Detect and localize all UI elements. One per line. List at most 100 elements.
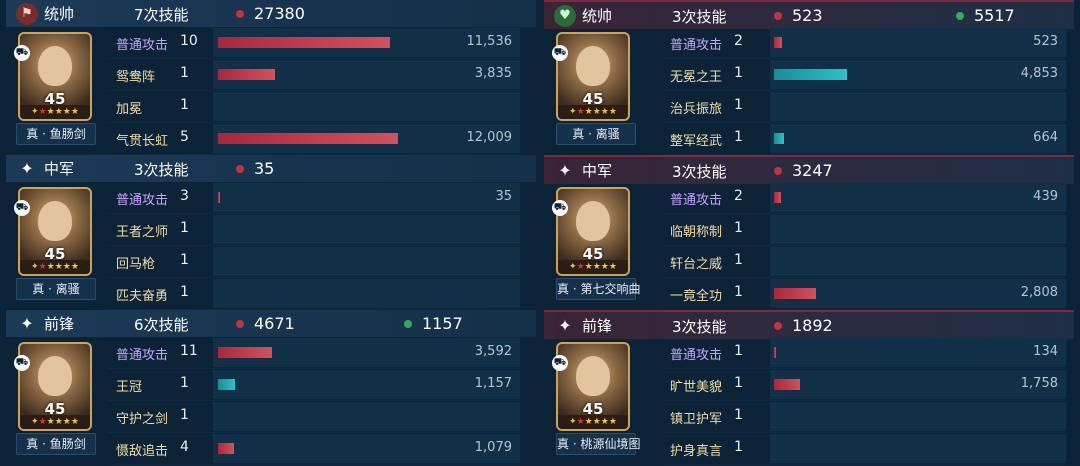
skill-name: 普通攻击 — [670, 348, 723, 363]
skill-damage-bar — [218, 133, 398, 144]
skill-count: 1 — [734, 129, 743, 145]
damage-value: 35 — [254, 159, 275, 178]
banner-icon: ⚑ — [16, 2, 38, 25]
sparkle-icon: ✦ — [20, 314, 34, 333]
star-rating: ✦★★★★★ — [558, 260, 628, 274]
red-star-icon: ★ — [576, 107, 585, 117]
red-star-icon: ★ — [38, 417, 47, 427]
skill-row: 气贯长虹 5 12,009 — [108, 123, 520, 155]
skill-row: 普通攻击 2 523 — [662, 27, 1066, 59]
skill-name: 一竟全功 — [670, 289, 723, 304]
skill-value: 1,079 — [474, 440, 512, 455]
right-panel-统帅: ♥ 统帅 3次技能 523 5517 ⛟ 45 ✦★★★★★ 真 · 离骚 普通攻击 2 523 无冕之… — [544, 0, 1074, 155]
skill-damage-bar — [774, 37, 782, 48]
skill-bar-track — [213, 215, 520, 244]
mount-icon: ⛟ — [14, 45, 30, 61]
damage-total: 4671 — [236, 314, 295, 333]
skill-damage-bar — [774, 379, 801, 390]
skill-bar-track — [213, 402, 520, 431]
skill-count: 2 — [734, 33, 743, 49]
hero-name: 真 · 鱼肠剑 — [16, 433, 96, 455]
role-label: 前锋 — [582, 317, 613, 335]
hero-portrait[interactable]: 45 ✦★★★★★ — [556, 187, 630, 276]
panel-body: ⛟ 45 ✦★★★★★ 真 · 桃源仙境图 普通攻击 1 134 旷世美貌 1 1,758 镇卫护军… — [544, 337, 1074, 465]
skill-value: 2,808 — [1020, 285, 1058, 300]
skill-row: 王者之师 1 — [108, 214, 520, 246]
panel-header: ✦ 中军 3次技能 3247 — [544, 155, 1074, 184]
skill-value: 523 — [1033, 34, 1058, 49]
skill-row: 临朝称制 1 — [662, 214, 1066, 246]
role-label: 中军 — [582, 162, 613, 180]
skill-value: 134 — [1033, 344, 1058, 359]
skill-bar-track — [770, 402, 1066, 431]
skill-bar-track — [770, 28, 1066, 57]
hero-face — [576, 46, 610, 86]
heal-value: 1157 — [422, 314, 463, 333]
skill-name: 镇卫护军 — [670, 412, 723, 427]
skill-damage-bar — [218, 37, 391, 48]
skill-count: 1 — [180, 407, 189, 423]
skill-bar-track — [770, 434, 1066, 463]
skill-row: 一竟全功 1 2,808 — [662, 278, 1066, 310]
role-label: 统帅 — [44, 5, 75, 23]
skill-bar-track — [770, 215, 1066, 244]
skill-count: 1 — [734, 439, 743, 455]
heal-dot-icon — [956, 11, 964, 20]
skill-row: 守护之剑 1 — [108, 401, 520, 433]
hero-portrait[interactable]: 45 ✦★★★★★ — [18, 187, 92, 276]
skill-value: 1,157 — [474, 376, 512, 391]
damage-value: 27380 — [254, 4, 305, 23]
damage-dot-icon — [774, 321, 782, 330]
skill-list: 普通攻击 2 439 临朝称制 1 轩台之威 1 一竟全功 1 2,808 — [662, 182, 1066, 310]
panel-header: ⚑ 统帅 7次技能 27380 — [6, 0, 536, 27]
damage-value: 523 — [792, 6, 823, 25]
skill-row: 普通攻击 3 35 — [108, 182, 520, 214]
hero-portrait[interactable]: 45 ✦★★★★★ — [556, 342, 630, 431]
skill-name: 气贯长虹 — [116, 134, 169, 149]
skill-damage-bar — [774, 288, 817, 299]
skill-name: 临朝称制 — [670, 225, 723, 240]
skill-damage-bar — [774, 69, 847, 80]
skill-name: 鸳鸯阵 — [116, 70, 156, 85]
skill-value: 1,758 — [1020, 376, 1058, 391]
skill-bar-track — [213, 92, 520, 121]
skill-damage-bar — [218, 379, 236, 390]
skill-name: 普通攻击 — [116, 193, 169, 208]
banner-icon: ♥ — [554, 4, 576, 27]
hero-portrait[interactable]: 45 ✦★★★★★ — [18, 342, 92, 431]
skill-damage-bar — [774, 192, 781, 203]
skill-row: 王冠 1 1,157 — [108, 369, 520, 401]
skill-value: 439 — [1033, 189, 1058, 204]
skill-cast-count: 3次技能 — [672, 8, 727, 26]
star-rating: ✦★★★★★ — [558, 105, 628, 119]
skill-name: 加冕 — [116, 102, 143, 117]
damage-dot-icon — [236, 164, 244, 173]
panel-body: ⛟ 45 ✦★★★★★ 真 · 鱼肠剑 普通攻击 10 11,536 鸳鸯阵 1 3,835 加冕 1… — [6, 27, 536, 155]
skill-value: 12,009 — [466, 130, 513, 145]
red-star-icon: ★ — [576, 262, 585, 272]
sparkle-icon: ✦ — [558, 161, 572, 180]
skill-count: 1 — [734, 284, 743, 300]
mount-icon: ⛟ — [552, 355, 568, 371]
hero-portrait[interactable]: 45 ✦★★★★★ — [18, 32, 92, 121]
skill-name: 护身真言 — [670, 444, 723, 459]
hero-name: 真 · 离骚 — [556, 123, 636, 145]
panel-body: ⛟ 45 ✦★★★★★ 真 · 鱼肠剑 普通攻击 11 3,592 王冠 1 1,157 守护之剑 1… — [6, 337, 536, 465]
skill-name: 王冠 — [116, 380, 143, 395]
hero-face — [576, 356, 610, 396]
hero-portrait[interactable]: 45 ✦★★★★★ — [556, 32, 630, 121]
panel-header: ♥ 统帅 3次技能 523 5517 — [544, 0, 1074, 29]
mount-icon: ⛟ — [552, 45, 568, 61]
skill-name: 王者之师 — [116, 225, 169, 240]
skill-list: 普通攻击 1 134 旷世美貌 1 1,758 镇卫护军 1 护身真言 1 — [662, 337, 1066, 465]
skill-bar-track — [770, 92, 1066, 121]
skill-count: 1 — [180, 97, 189, 113]
heal-value: 5517 — [974, 6, 1015, 25]
skill-count: 4 — [180, 439, 189, 455]
hero-face — [576, 201, 610, 241]
star-rating: ✦★★★★★ — [20, 105, 90, 119]
skill-bar-track — [770, 183, 1066, 212]
mount-icon: ⛟ — [14, 200, 30, 216]
skill-row: 普通攻击 10 11,536 — [108, 27, 520, 59]
role-label: 统帅 — [582, 7, 613, 25]
